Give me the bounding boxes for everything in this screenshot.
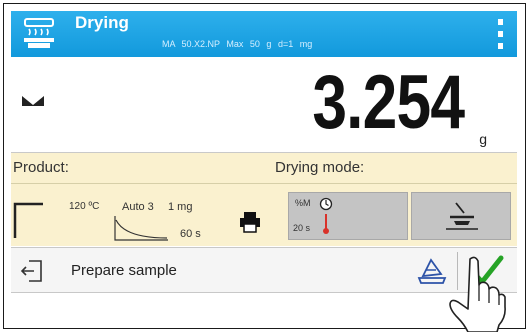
standard-profile-icon bbox=[13, 202, 43, 238]
drying-profile-tile[interactable]: 120 ºC Auto 3 1 mg 60 s bbox=[13, 192, 286, 241]
weight-unit: g bbox=[479, 131, 487, 147]
info-row: Product: Drying mode: bbox=[11, 153, 517, 184]
result-unit-label: %M bbox=[295, 198, 311, 208]
status-tiles: 120 ºC Auto 3 1 mg 60 s %M 20 s bbox=[11, 184, 517, 246]
sample-pan-icon[interactable] bbox=[417, 256, 447, 286]
header-bar: Drying MA 50.X2.NP Max 50 g d=1 mg bbox=[11, 11, 517, 57]
drying-app-icon[interactable] bbox=[19, 17, 59, 51]
balance-specs: MA 50.X2.NP Max 50 g d=1 mg bbox=[162, 39, 312, 49]
product-label: Product: bbox=[13, 159, 69, 176]
exit-icon[interactable] bbox=[19, 258, 45, 284]
stability-icon bbox=[22, 96, 44, 106]
printer-icon bbox=[240, 212, 260, 233]
weight-value: 3.254 bbox=[312, 60, 465, 145]
threshold-label: 1 mg bbox=[168, 201, 193, 213]
clock-icon bbox=[319, 197, 333, 211]
temperature-label: 120 ºC bbox=[69, 201, 100, 212]
readability-label: d=1 mg bbox=[277, 39, 313, 49]
interval-label: 60 s bbox=[180, 228, 201, 240]
hand-pointer-icon bbox=[449, 256, 506, 332]
pan-load-icon bbox=[446, 202, 478, 230]
bottom-bar: Prepare sample bbox=[11, 247, 517, 293]
mode-label: Auto 3 bbox=[122, 201, 154, 213]
print-tile[interactable]: %M 20 s bbox=[288, 192, 408, 240]
tare-tile[interactable] bbox=[411, 192, 511, 240]
app-title: Drying bbox=[75, 13, 129, 32]
drying-curve-icon bbox=[114, 216, 168, 241]
print-interval-label: 20 s bbox=[293, 223, 311, 233]
prompt-message: Prepare sample bbox=[71, 262, 177, 279]
weight-display: 3.254 g bbox=[11, 57, 517, 153]
menu-icon[interactable] bbox=[498, 19, 503, 49]
thermometer-icon bbox=[323, 214, 329, 234]
max-label: Max 50 g bbox=[226, 39, 272, 49]
model-label: MA 50.X2.NP bbox=[162, 39, 220, 49]
screen: Drying MA 50.X2.NP Max 50 g d=1 mg 3.254… bbox=[11, 11, 517, 297]
drying-mode-label: Drying mode: bbox=[275, 159, 365, 176]
